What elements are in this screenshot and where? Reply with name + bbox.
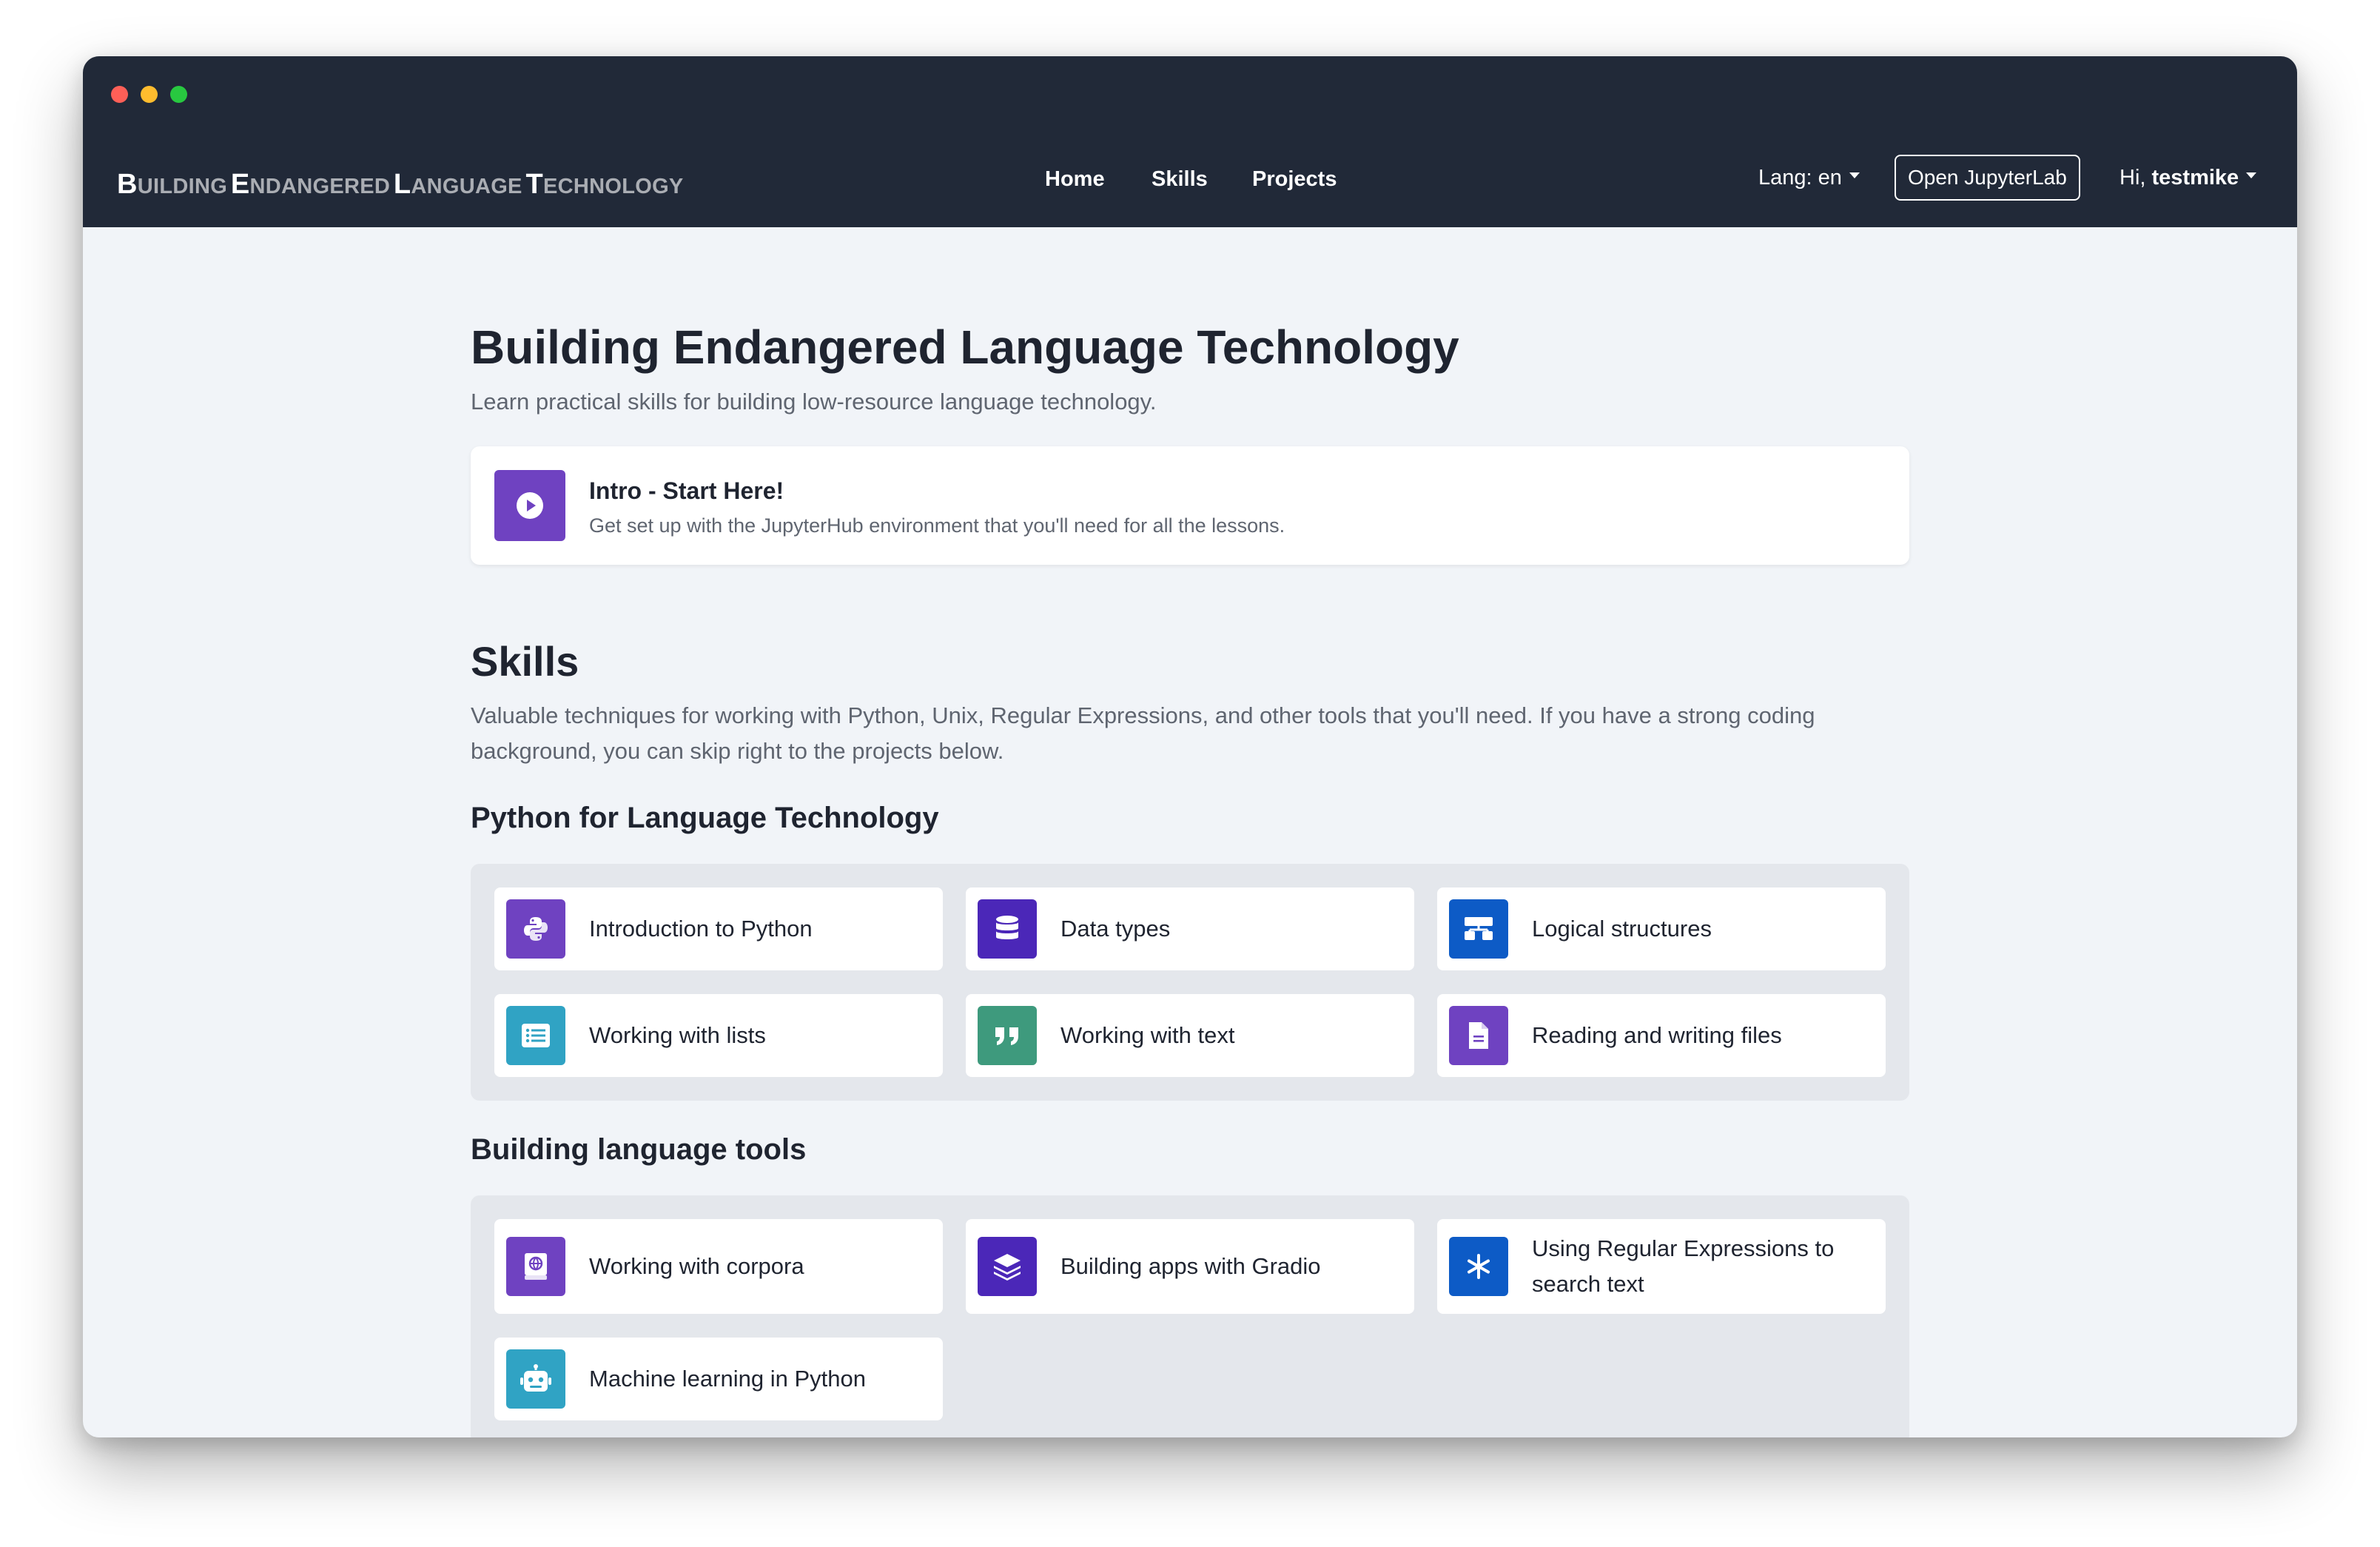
intro-title: Intro - Start Here! <box>589 477 784 504</box>
group-title: Building language tools <box>471 1133 807 1166</box>
page-lead: Learn practical skills for building low-… <box>471 389 1157 415</box>
book-globe-icon <box>523 1252 548 1281</box>
caret-down-icon <box>1849 172 1860 178</box>
skill-label: Reading and writing files <box>1532 1022 1782 1048</box>
skill-label: Working with corpora <box>589 1253 804 1279</box>
nav-projects[interactable]: Projects <box>1252 167 1337 192</box>
play-circle-icon <box>515 491 545 520</box>
skill-card[interactable]: Using Regular Expressions to search text <box>1437 1219 1886 1314</box>
brand-cap: L <box>393 169 411 200</box>
close-window-button[interactable] <box>111 86 128 103</box>
skill-label: Working with lists <box>589 1022 766 1048</box>
language-dropdown[interactable]: Lang: en <box>1758 155 1860 200</box>
username-text: testmike <box>2151 165 2239 189</box>
skill-card[interactable]: Working with text <box>966 994 1414 1077</box>
group-title: Python for Language Technology <box>471 802 939 834</box>
quote-icon <box>993 1024 1021 1047</box>
skill-label: Machine learning in Python <box>589 1366 866 1392</box>
skill-card[interactable]: Working with corpora <box>494 1219 943 1314</box>
site-brand-link[interactable]: BUILDING ENDANGERED LANGUAGE TECHNOLOGY <box>117 169 684 201</box>
caret-down-icon <box>2246 172 2257 178</box>
open-jupyterlab-label: Open JupyterLab <box>1895 155 2080 201</box>
skill-label: Logical structures <box>1532 916 1712 942</box>
skill-card[interactable]: Working with lists <box>494 994 943 1077</box>
intro-description: Get set up with the JupyterHub environme… <box>589 514 1285 537</box>
database-icon <box>994 914 1021 944</box>
brand-rest: UILDING <box>137 175 228 198</box>
icon-box <box>1449 1006 1508 1065</box>
nav-home[interactable]: Home <box>1045 167 1105 192</box>
browser-window: BUILDING ENDANGERED LANGUAGE TECHNOLOGY … <box>83 56 2297 1437</box>
skill-card[interactable]: Data types <box>966 887 1414 970</box>
user-menu-dropdown[interactable]: Hi, testmike <box>2120 155 2257 200</box>
skill-card[interactable]: Building apps with Gradio <box>966 1219 1414 1314</box>
file-icon <box>1468 1021 1490 1050</box>
skills-description: Valuable techniques for working with Pyt… <box>471 702 1815 764</box>
icon-box <box>1449 1237 1508 1296</box>
brand-cap: E <box>230 169 250 200</box>
robot-icon <box>520 1364 552 1394</box>
skill-label: Using Regular Expressions to search text <box>1532 1235 1835 1297</box>
skill-label: Data types <box>1060 916 1171 942</box>
flow-icon <box>1463 915 1494 943</box>
layers-icon <box>992 1252 1022 1281</box>
skill-card[interactable]: Logical structures <box>1437 887 1886 970</box>
skill-label: Working with text <box>1060 1022 1235 1048</box>
skill-group-python: Introduction to Python Data types Logica… <box>471 864 1909 1101</box>
icon-box <box>506 1237 565 1296</box>
language-label: Lang: en <box>1758 165 1842 189</box>
skill-label: Building apps with Gradio <box>1060 1253 1321 1279</box>
icon-box <box>506 1349 565 1409</box>
intro-icon-box <box>494 470 565 541</box>
skill-card[interactable]: Introduction to Python <box>494 887 943 970</box>
brand-cap: B <box>117 169 138 200</box>
skills-heading: Skills <box>471 638 579 685</box>
list-icon <box>521 1023 551 1048</box>
asterisk-icon <box>1465 1253 1492 1280</box>
brand-cap: T <box>525 169 543 200</box>
navbar: BUILDING ENDANGERED LANGUAGE TECHNOLOGY … <box>83 56 2297 227</box>
skill-card[interactable]: Machine learning in Python <box>494 1338 943 1420</box>
page-title: Building Endangered Language Technology <box>471 321 1459 374</box>
nav-skills[interactable]: Skills <box>1152 167 1208 192</box>
icon-box <box>978 1006 1037 1065</box>
maximize-window-button[interactable] <box>170 86 187 103</box>
skill-card[interactable]: Reading and writing files <box>1437 994 1886 1077</box>
brand-rest: NDANGERED <box>249 175 391 198</box>
icon-box <box>978 899 1037 959</box>
icon-box <box>1449 899 1508 959</box>
skill-group-language-tools: Working with corpora Building apps with … <box>471 1195 1909 1437</box>
open-jupyterlab-button[interactable]: Open JupyterLab <box>1895 155 2080 201</box>
icon-box <box>978 1237 1037 1296</box>
brand-rest: ECHNOLOGY <box>542 175 684 198</box>
minimize-window-button[interactable] <box>141 86 158 103</box>
brand-rest: ANGUAGE <box>411 175 522 198</box>
icon-box <box>506 899 565 959</box>
window-controls <box>111 86 187 103</box>
skill-label: Introduction to Python <box>589 916 813 942</box>
icon-box <box>506 1006 565 1065</box>
greeting-text: Hi, <box>2120 165 2146 189</box>
intro-card[interactable]: Intro - Start Here! Get set up with the … <box>471 446 1909 565</box>
python-icon <box>522 915 550 943</box>
